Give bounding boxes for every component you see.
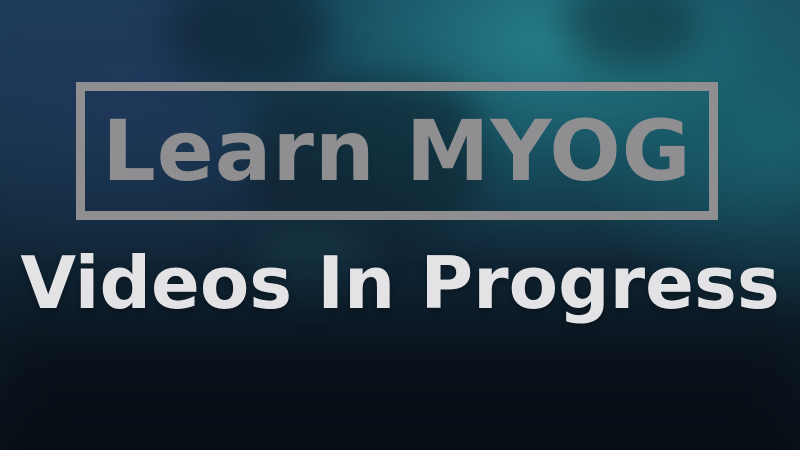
title-frame: Learn MYOG <box>76 82 718 220</box>
background-blur-shape <box>170 0 330 90</box>
banner-subtitle: Videos In Progress <box>20 241 780 325</box>
background-vignette <box>0 330 800 450</box>
banner-image: Learn MYOG Videos In Progress <box>0 0 800 450</box>
banner-title: Learn MYOG <box>102 102 692 200</box>
background-blur-shape <box>560 0 700 70</box>
